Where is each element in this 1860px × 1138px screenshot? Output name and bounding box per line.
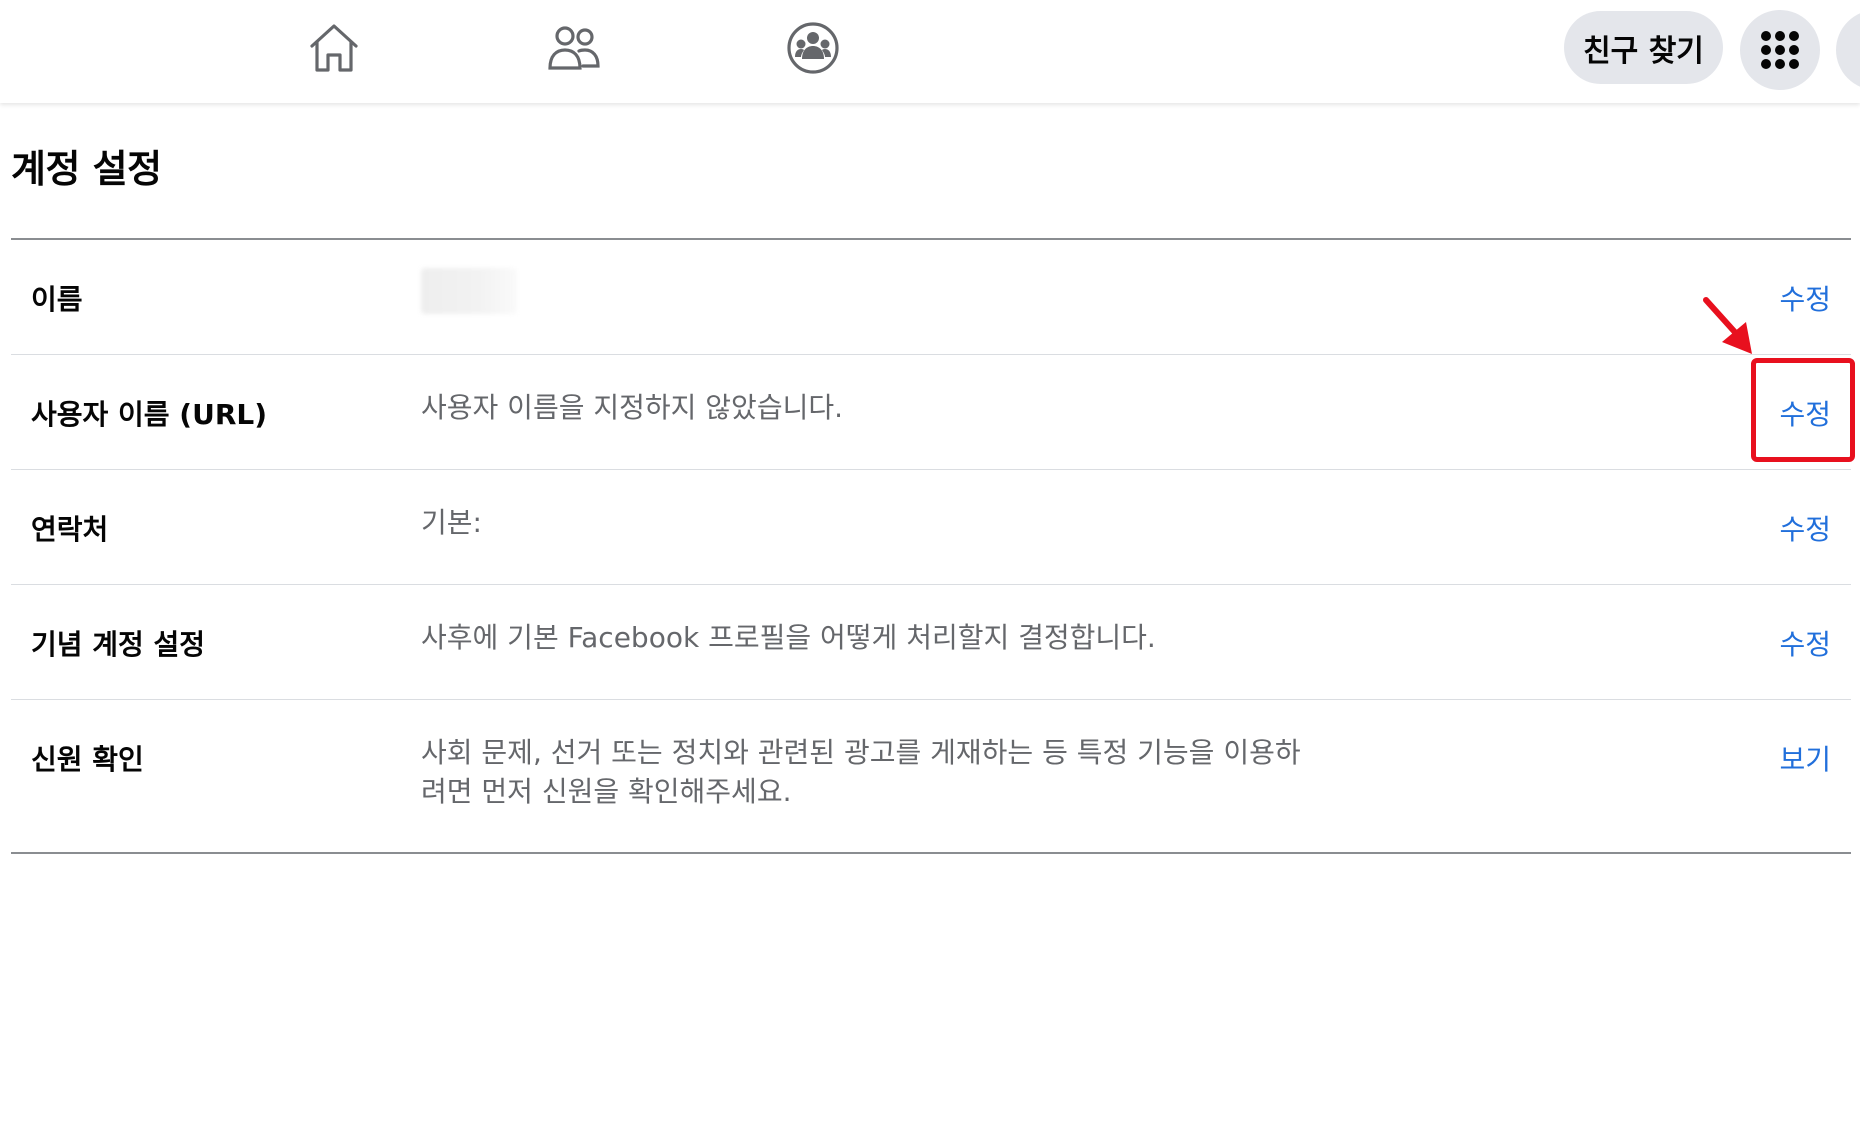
annotation-highlight-box xyxy=(1751,358,1855,462)
row-label: 신원 확인 xyxy=(31,743,144,776)
edit-contact-link[interactable]: 수정 xyxy=(1779,508,1831,548)
row-label: 사용자 이름 (URL) xyxy=(31,398,268,431)
menu-button[interactable] xyxy=(1740,10,1820,90)
settings-row-memorial: 기념 계정 설정 사후에 기본 Facebook 프로필을 어떻게 처리할지 결… xyxy=(11,585,1851,700)
find-friends-button[interactable]: 친구 찾기 xyxy=(1564,11,1723,84)
settings-row-identity: 신원 확인 사회 문제, 선거 또는 정치와 관련된 광고를 게재하는 등 특정… xyxy=(11,700,1851,852)
row-value: 기본: xyxy=(421,506,482,539)
row-label: 기념 계정 설정 xyxy=(31,628,206,661)
home-icon[interactable] xyxy=(306,20,362,76)
edit-name-link[interactable]: 수정 xyxy=(1779,278,1831,318)
row-value: 사회 문제, 선거 또는 정치와 관련된 광고를 게재하는 등 특정 기능을 이… xyxy=(421,736,1301,808)
grid-menu-icon xyxy=(1761,31,1799,69)
settings-row-username: 사용자 이름 (URL) 사용자 이름을 지정하지 않았습니다. 수정 xyxy=(11,355,1851,470)
row-label: 연락처 xyxy=(31,513,109,546)
redacted-name-value xyxy=(421,268,517,314)
row-label: 이름 xyxy=(31,283,83,316)
settings-table: 이름 수정 사용자 이름 (URL) 사용자 이름을 지정하지 않았습니다. 수… xyxy=(11,238,1851,854)
row-value: 사후에 기본 Facebook 프로필을 어떻게 처리할지 결정합니다. xyxy=(421,621,1156,654)
edit-memorial-link[interactable]: 수정 xyxy=(1779,623,1831,663)
row-value: 사용자 이름을 지정하지 않았습니다. xyxy=(421,391,844,424)
annotation-arrow-icon xyxy=(1703,297,1752,354)
settings-row-contact: 연락처 기본: 수정 xyxy=(11,470,1851,585)
view-identity-link[interactable]: 보기 xyxy=(1779,738,1831,778)
page-title: 계정 설정 xyxy=(11,147,162,191)
account-button[interactable] xyxy=(1836,10,1860,90)
top-navigation: 친구 찾기 xyxy=(0,0,1860,103)
groups-icon[interactable] xyxy=(785,20,841,76)
friends-icon[interactable] xyxy=(546,20,602,76)
settings-row-name: 이름 수정 xyxy=(11,240,1851,355)
